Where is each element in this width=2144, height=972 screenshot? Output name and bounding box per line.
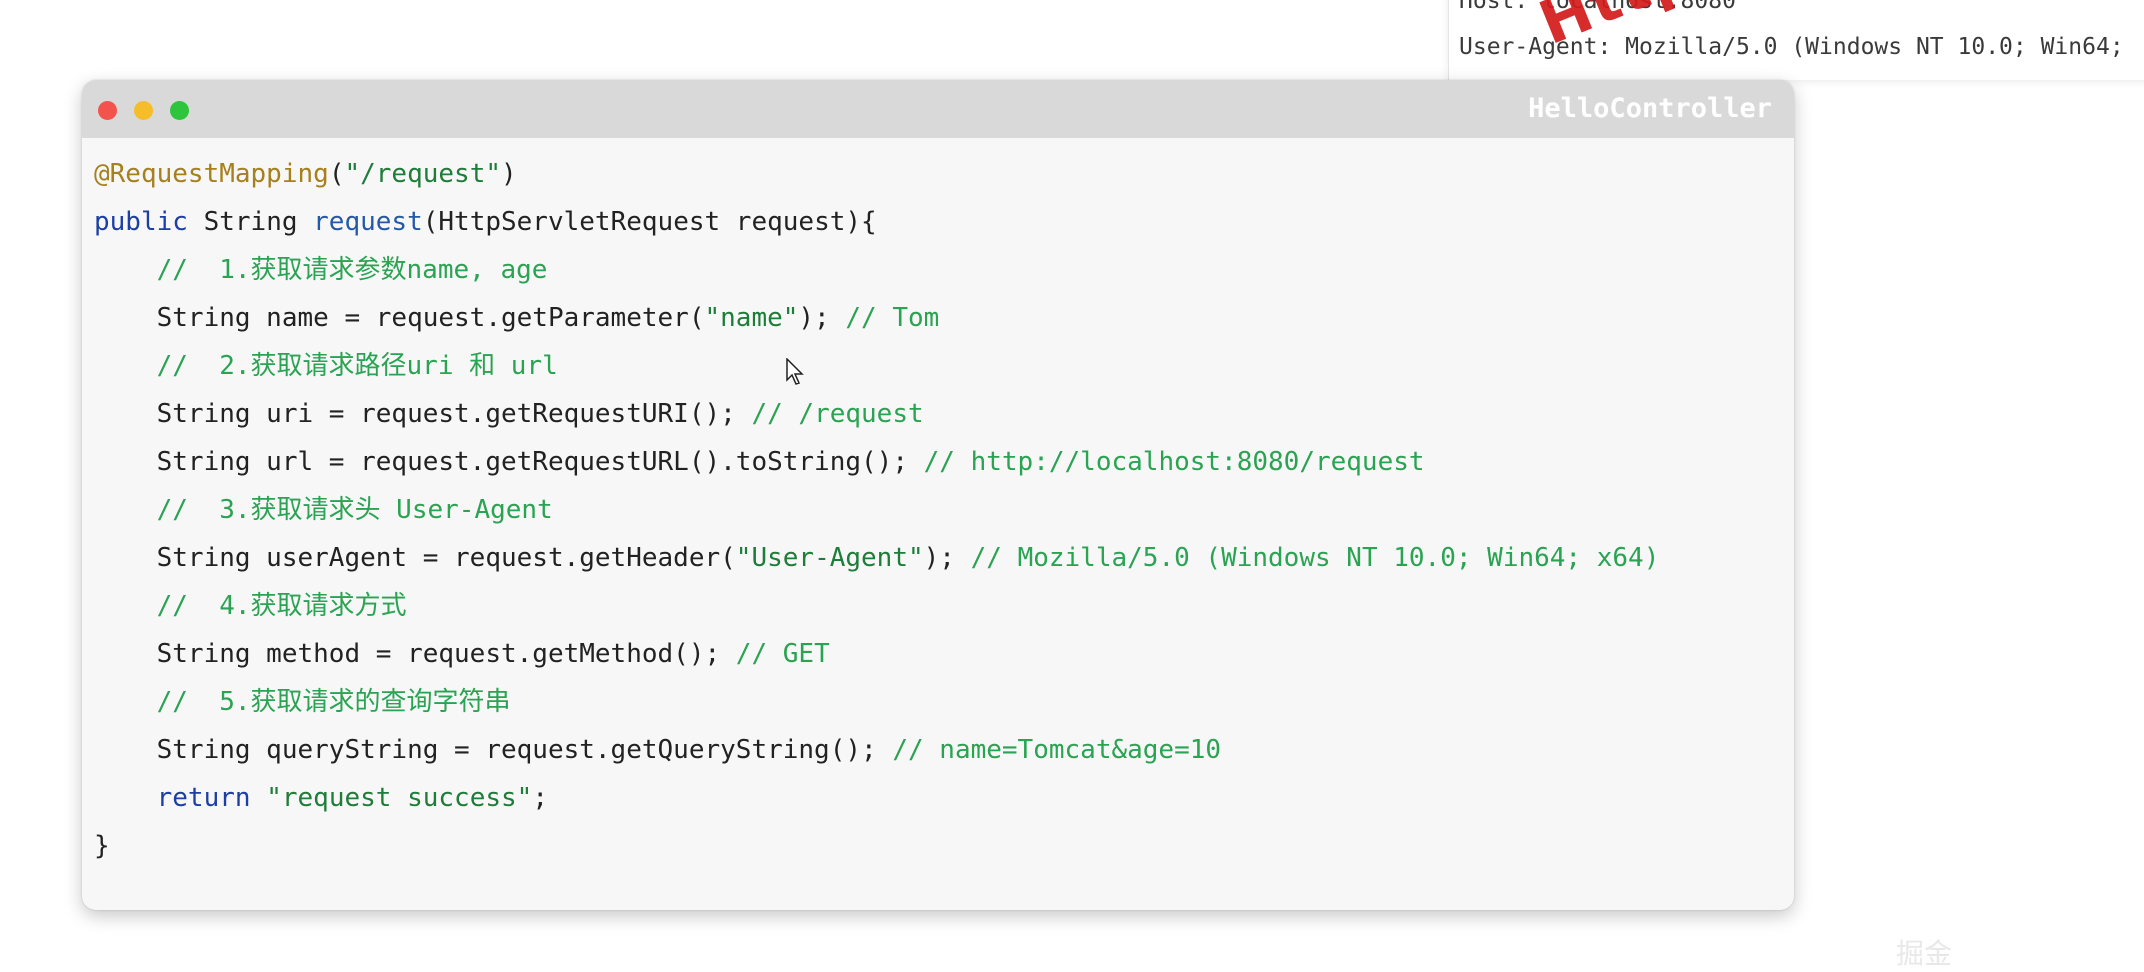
code-token: // http://localhost:8080/request bbox=[923, 447, 1425, 477]
watermark: 掘金 bbox=[1896, 937, 1953, 970]
code-token: "User-Agent" bbox=[735, 543, 924, 573]
minimize-dot-icon[interactable] bbox=[134, 101, 153, 120]
code-token: String url = request.getRequestURL().toS… bbox=[94, 447, 924, 477]
code-line: // 5.获取请求的查询字符串 bbox=[94, 678, 1659, 726]
code-line: @RequestMapping("/request") bbox=[94, 150, 1659, 198]
code-line: String name = request.getParameter("name… bbox=[94, 294, 1659, 342]
code-token: String name = request.getParameter( bbox=[94, 303, 705, 333]
code-token: return bbox=[156, 783, 251, 813]
code-token: ); bbox=[798, 303, 846, 333]
code-token: (HttpServletRequest request){ bbox=[422, 207, 877, 237]
code-token: String userAgent = request.getHeader( bbox=[94, 543, 736, 573]
code-line: String url = request.getRequestURL().toS… bbox=[94, 438, 1659, 486]
code-line: return "request success"; bbox=[94, 774, 1659, 822]
close-dot-icon[interactable] bbox=[98, 101, 117, 120]
code-token: String queryString = request.getQueryStr… bbox=[94, 735, 893, 765]
window-title: HelloController bbox=[1528, 93, 1772, 124]
code-token: // GET bbox=[735, 639, 830, 669]
window-titlebar: HelloController bbox=[82, 80, 1794, 138]
code-token: ; bbox=[532, 783, 548, 813]
code-token: ) bbox=[501, 159, 517, 189]
code-token: // 2.获取请求路径uri 和 url bbox=[94, 351, 558, 381]
code-line: String method = request.getMethod(); // … bbox=[94, 630, 1659, 678]
code-line: public String request(HttpServletRequest… bbox=[94, 198, 1659, 246]
code-line: String userAgent = request.getHeader("Us… bbox=[94, 534, 1660, 582]
code-line: String queryString = request.getQueryStr… bbox=[94, 726, 1659, 774]
code-token: // 4.获取请求方式 bbox=[94, 591, 407, 621]
code-token: "/request" bbox=[344, 159, 502, 189]
code-line: // 2.获取请求路径uri 和 url bbox=[94, 342, 1659, 390]
code-token: // 3.获取请求头 User-Agent bbox=[94, 495, 553, 525]
code-token: } bbox=[94, 831, 110, 861]
code-token: "name" bbox=[704, 303, 799, 333]
code-token: ); bbox=[923, 543, 971, 573]
code-token: // /request bbox=[751, 399, 924, 429]
code-token: @RequestMapping bbox=[94, 159, 329, 189]
code-token: ( bbox=[328, 159, 345, 189]
code-line: } bbox=[94, 822, 1659, 870]
code-token: String bbox=[187, 207, 314, 237]
code-window: HelloController @RequestMapping("/reques… bbox=[82, 80, 1794, 910]
mouse-pointer-icon bbox=[786, 358, 804, 385]
code-token: "request success" bbox=[266, 783, 533, 813]
code-token: request bbox=[313, 207, 423, 237]
code-token: String uri = request.getRequestURI(); bbox=[94, 399, 752, 429]
code-token: // 1.获取请求参数name, age bbox=[94, 255, 548, 285]
code-line: // 3.获取请求头 User-Agent bbox=[94, 486, 1659, 534]
code-token: // Mozilla/5.0 (Windows NT 10.0; Win64; … bbox=[970, 543, 1660, 573]
code-line: // 1.获取请求参数name, age bbox=[94, 246, 1659, 294]
code-token: // name=Tomcat&age=10 bbox=[892, 735, 1222, 765]
code-token: // 5.获取请求的查询字符串 bbox=[94, 687, 511, 717]
maximize-dot-icon[interactable] bbox=[170, 101, 189, 120]
code-token: public bbox=[94, 207, 188, 237]
code-token: // Tom bbox=[845, 303, 940, 333]
code-block: @RequestMapping("/request") public String… bbox=[94, 150, 1659, 870]
code-line: // 4.获取请求方式 bbox=[94, 582, 1659, 630]
code-line: String uri = request.getRequestURI(); //… bbox=[94, 390, 1659, 438]
code-token: String method = request.getMethod(); bbox=[94, 639, 736, 669]
